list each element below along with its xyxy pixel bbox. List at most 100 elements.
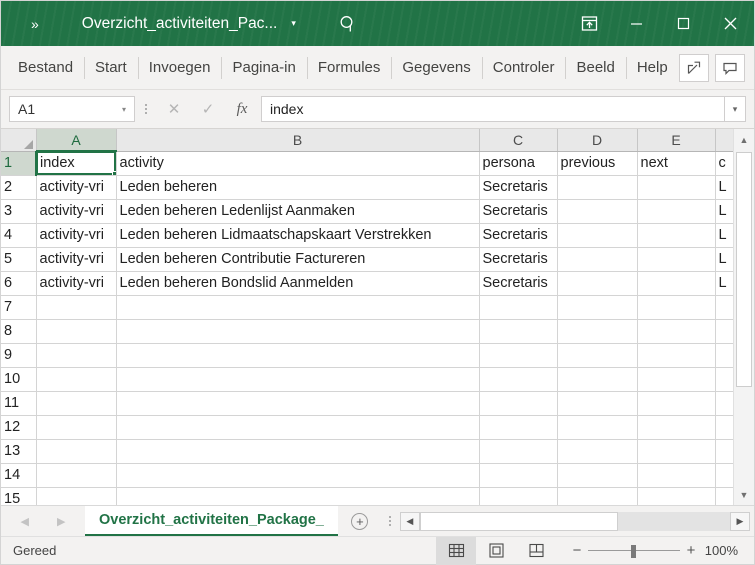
row-header-1[interactable]: 1 (1, 151, 37, 176)
cell-A11[interactable] (36, 391, 117, 416)
cell-E5[interactable] (637, 247, 716, 272)
name-box[interactable]: A1 ▾ (9, 96, 135, 122)
cell-D7[interactable] (557, 295, 638, 320)
cell-F4[interactable]: L (715, 223, 733, 248)
cell-E9[interactable] (637, 343, 716, 368)
cell-E1[interactable]: next (637, 151, 716, 176)
cell-A4[interactable]: activity-vri (36, 223, 117, 248)
cell-E6[interactable] (637, 271, 716, 296)
insert-function-icon[interactable]: fx (225, 96, 259, 122)
normal-view-button[interactable] (436, 536, 476, 565)
cell-D9[interactable] (557, 343, 638, 368)
column-header-a[interactable]: A (36, 129, 117, 152)
column-header-f[interactable] (715, 129, 733, 152)
cell-E13[interactable] (637, 439, 716, 464)
cell-F14[interactable] (715, 463, 733, 488)
cell-D10[interactable] (557, 367, 638, 392)
page-layout-view-button[interactable] (476, 537, 516, 565)
quick-access-overflow-button[interactable]: » (31, 16, 39, 32)
zoom-slider-thumb[interactable] (631, 544, 636, 558)
confirm-icon[interactable]: ✓ (191, 96, 225, 122)
row-header-9[interactable]: 9 (1, 343, 37, 368)
cell-D15[interactable] (557, 487, 638, 505)
cell-C13[interactable] (479, 439, 558, 464)
row-header-15[interactable]: 15 (1, 487, 37, 505)
zoom-in-button[interactable]: + (680, 542, 702, 559)
zoom-slider[interactable] (588, 537, 680, 565)
horizontal-scrollbar[interactable]: ◀ ▶ (398, 506, 754, 536)
cell-C11[interactable] (479, 391, 558, 416)
cell-A12[interactable] (36, 415, 117, 440)
tab-formules[interactable]: Formules (306, 46, 392, 90)
tab-pagina-indeling[interactable]: Pagina-in (221, 46, 306, 90)
row-header-10[interactable]: 10 (1, 367, 37, 392)
cell-F5[interactable]: L (715, 247, 733, 272)
cell-C6[interactable]: Secretaris (479, 271, 558, 296)
cell-C15[interactable] (479, 487, 558, 505)
cell-D3[interactable] (557, 199, 638, 224)
cell-E11[interactable] (637, 391, 716, 416)
maximize-button[interactable] (660, 1, 707, 46)
cell-C9[interactable] (479, 343, 558, 368)
cell-A6[interactable]: activity-vri (36, 271, 117, 296)
cell-D4[interactable] (557, 223, 638, 248)
cell-F3[interactable]: L (715, 199, 733, 224)
cell-D8[interactable] (557, 319, 638, 344)
row-header-14[interactable]: 14 (1, 463, 37, 488)
cell-C2[interactable]: Secretaris (479, 175, 558, 200)
chevron-down-icon[interactable]: ▾ (122, 105, 126, 114)
horizontal-scroll-thumb[interactable] (419, 511, 619, 531)
row-header-2[interactable]: 2 (1, 175, 37, 200)
vertical-scroll-track[interactable] (734, 150, 754, 484)
add-sheet-button[interactable]: + (338, 506, 382, 536)
cell-D5[interactable] (557, 247, 638, 272)
column-header-d[interactable]: D (557, 129, 638, 152)
cell-E4[interactable] (637, 223, 716, 248)
cell-E10[interactable] (637, 367, 716, 392)
cell-E14[interactable] (637, 463, 716, 488)
cell-A5[interactable]: activity-vri (36, 247, 117, 272)
cell-A1[interactable]: index (36, 151, 117, 176)
scroll-left-arrow-icon[interactable]: ◀ (399, 511, 420, 531)
cell-F6[interactable]: L (715, 271, 733, 296)
cell-C5[interactable]: Secretaris (479, 247, 558, 272)
cell-F10[interactable] (715, 367, 733, 392)
row-header-3[interactable]: 3 (1, 199, 37, 224)
row-header-12[interactable]: 12 (1, 415, 37, 440)
comments-button[interactable] (714, 53, 745, 82)
cell-A8[interactable] (36, 319, 117, 344)
cell-B15[interactable] (116, 487, 480, 505)
cell-C12[interactable] (479, 415, 558, 440)
search-icon[interactable] (338, 14, 358, 34)
column-header-c[interactable]: C (479, 129, 558, 152)
cell-A15[interactable] (36, 487, 117, 505)
cell-F2[interactable]: L (715, 175, 733, 200)
tab-help[interactable]: Help (625, 46, 679, 90)
row-header-5[interactable]: 5 (1, 247, 37, 272)
cell-B12[interactable] (116, 415, 480, 440)
cell-C1[interactable]: persona (479, 151, 558, 176)
formula-input[interactable]: index (261, 96, 724, 122)
share-button[interactable] (678, 53, 709, 82)
cell-F15[interactable] (715, 487, 733, 505)
cell-D12[interactable] (557, 415, 638, 440)
cell-B1[interactable]: activity (116, 151, 480, 176)
zoom-out-button[interactable]: − (566, 542, 588, 559)
cell-F9[interactable] (715, 343, 733, 368)
cell-D6[interactable] (557, 271, 638, 296)
vertical-scrollbar[interactable]: ▲ ▼ (733, 129, 754, 505)
horizontal-scroll-track[interactable] (419, 511, 730, 531)
row-header-11[interactable]: 11 (1, 391, 37, 416)
column-header-b[interactable]: B (116, 129, 480, 152)
scroll-up-arrow-icon[interactable]: ▲ (734, 129, 754, 150)
vertical-scroll-thumb[interactable] (736, 152, 752, 387)
title-dropdown-caret[interactable]: ▾ (291, 18, 296, 29)
sheet-tab-active[interactable]: Overzicht_activiteiten_Package_ (85, 506, 338, 536)
tab-controleren[interactable]: Controler (481, 46, 566, 90)
cell-D2[interactable] (557, 175, 638, 200)
cell-E7[interactable] (637, 295, 716, 320)
tab-invoegen[interactable]: Invoegen (137, 46, 222, 90)
ribbon-display-options-button[interactable] (566, 1, 613, 46)
scroll-down-arrow-icon[interactable]: ▼ (734, 484, 754, 505)
cell-B2[interactable]: Leden beheren (116, 175, 480, 200)
